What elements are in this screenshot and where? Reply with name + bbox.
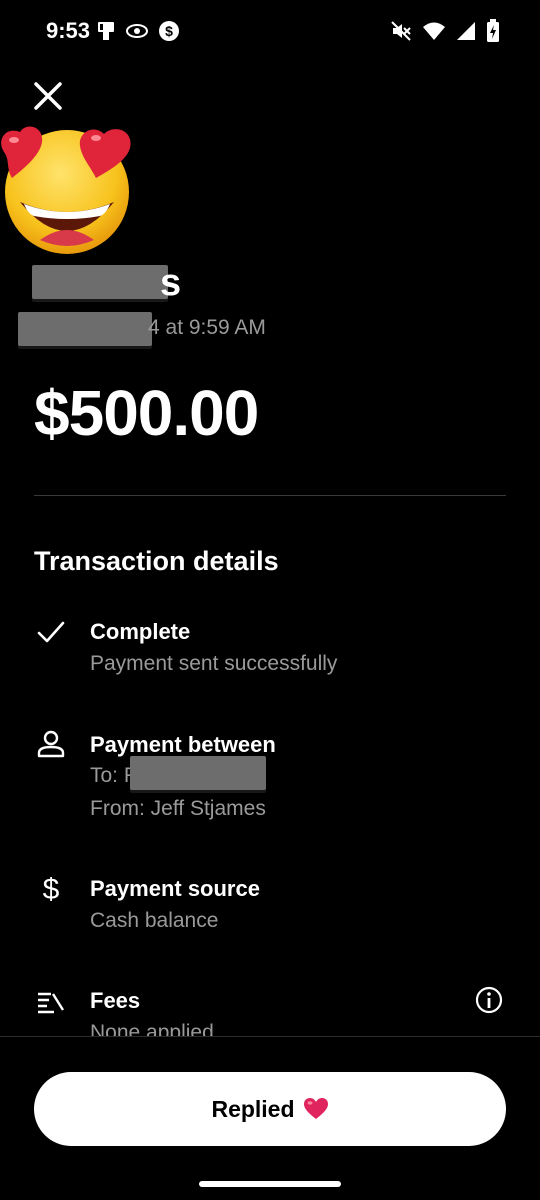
payment-source-value: Cash balance <box>90 909 219 932</box>
heart-eyes-emoji <box>0 122 134 258</box>
cash-app-icon: $ <box>158 20 180 42</box>
dollar-icon: $ <box>36 873 66 906</box>
status-time: 9:53 <box>46 18 91 43</box>
redacted-recipient <box>130 756 266 790</box>
payment-amount: $500.00 <box>34 377 259 449</box>
redacted-recipient-name <box>32 265 168 299</box>
svg-text:$: $ <box>43 873 60 903</box>
fees-title: Fees <box>90 988 141 1013</box>
replied-button[interactable]: Replied <box>34 1072 506 1146</box>
heart-icon <box>303 1097 329 1121</box>
bottom-divider <box>0 1036 540 1037</box>
transaction-date: 4 at 9:59 AM <box>148 316 266 339</box>
status-bar: 9:53 $ <box>0 0 540 62</box>
home-indicator[interactable] <box>199 1181 341 1187</box>
replied-label: Replied <box>211 1095 295 1122</box>
clipboard-icon <box>96 20 116 42</box>
fees-list-icon <box>36 988 66 1018</box>
status-subtitle: Payment sent successfully <box>90 652 338 675</box>
info-icon <box>475 986 503 1014</box>
redacted-date <box>18 312 152 346</box>
eye-icon <box>126 23 148 39</box>
payment-between-title: Payment between <box>90 732 276 757</box>
battery-charging-icon <box>486 19 500 43</box>
fees-info-button[interactable] <box>474 985 504 1015</box>
mute-icon <box>390 20 412 42</box>
wifi-icon <box>422 21 446 41</box>
status-title: Complete <box>90 619 191 644</box>
close-button[interactable] <box>30 78 66 114</box>
divider <box>34 495 506 496</box>
notification-icons: $ <box>96 18 180 44</box>
payment-source-title: Payment source <box>90 876 260 901</box>
person-icon <box>36 729 66 759</box>
recipient-name: s <box>160 262 182 304</box>
signal-icon <box>456 21 476 41</box>
svg-text:$: $ <box>165 23 173 39</box>
section-title: Transaction details <box>34 546 279 576</box>
system-icons <box>390 18 500 44</box>
payment-from: From: Jeff Stjames <box>90 797 266 820</box>
check-icon <box>36 618 66 648</box>
close-icon <box>34 82 62 110</box>
